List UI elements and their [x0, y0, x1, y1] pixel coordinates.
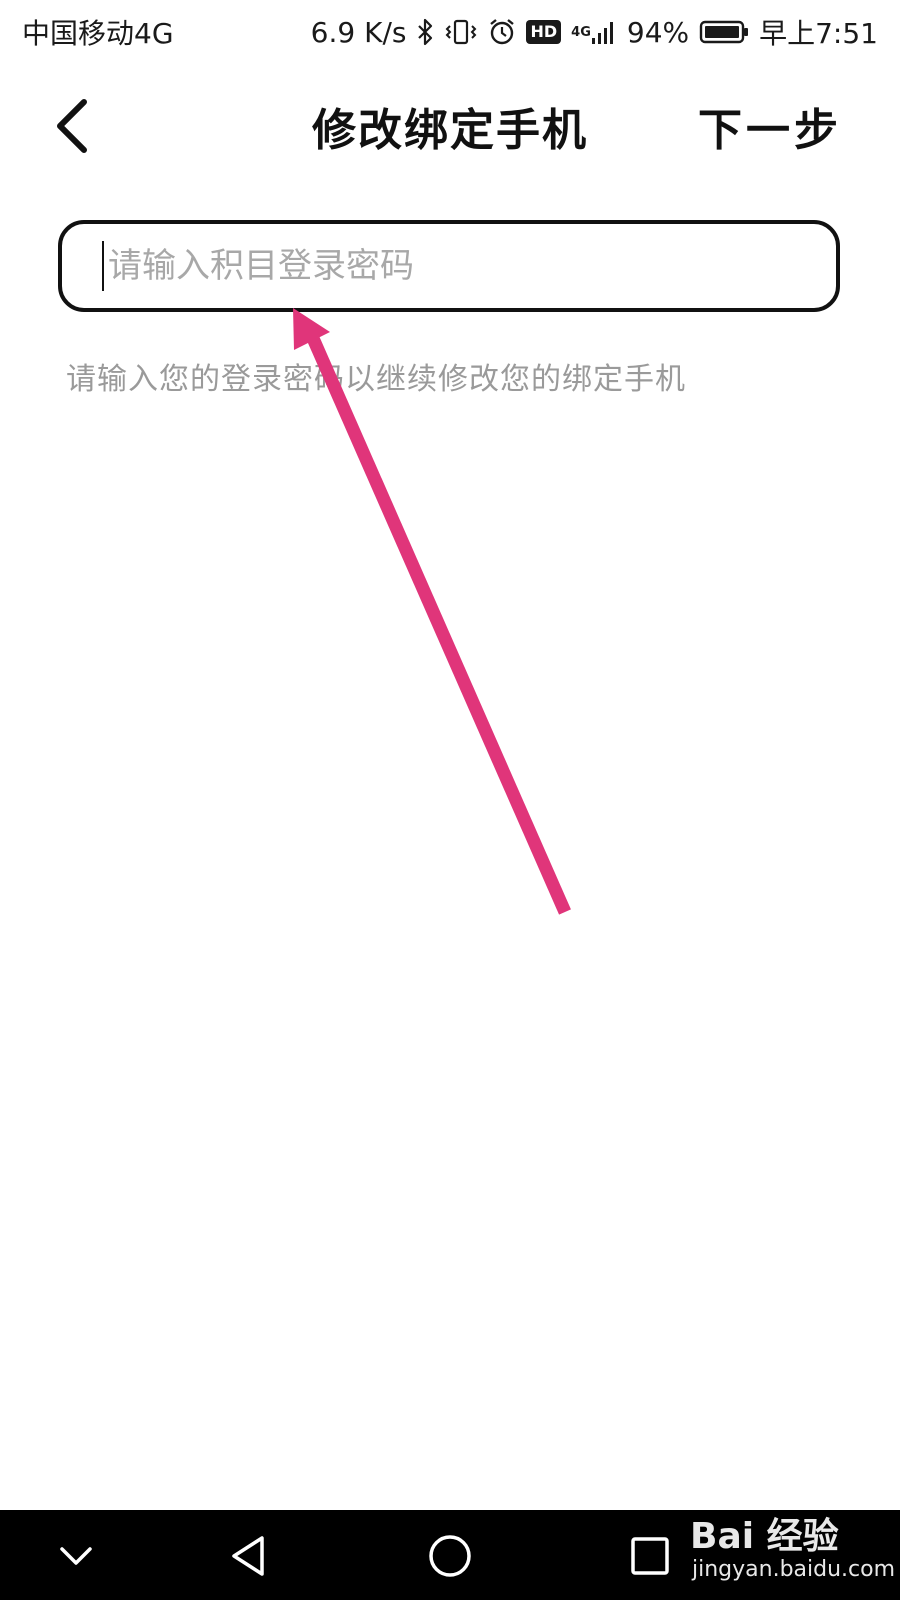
- carrier-label: 中国移动4G: [22, 17, 174, 50]
- nav-back-button[interactable]: [224, 1530, 276, 1582]
- vibrate-icon: [444, 15, 478, 49]
- battery-percent: 94%: [626, 15, 690, 49]
- password-input[interactable]: [108, 246, 798, 286]
- text-caret: [102, 241, 104, 291]
- status-right-group: 6.9 K/s HD 4G 94% 早上7:51: [311, 12, 878, 52]
- hd-icon: HD: [526, 15, 562, 49]
- bluetooth-icon: [416, 15, 434, 49]
- system-nav-bar: [0, 1510, 900, 1600]
- recents-square-icon: [631, 1537, 669, 1575]
- password-hint: 请输入您的登录密码以继续修改您的绑定手机: [66, 362, 686, 397]
- home-circle-icon: [429, 1535, 471, 1577]
- status-bar: 中国移动4G 6.9 K/s HD 4G 94% 早上7:51: [0, 0, 900, 64]
- nav-collapse-button[interactable]: [50, 1530, 102, 1582]
- nav-home-button[interactable]: [424, 1530, 476, 1582]
- battery-icon: [699, 15, 749, 49]
- back-triangle-icon: [232, 1536, 264, 1576]
- next-step-button[interactable]: 下一步: [698, 94, 842, 158]
- signal-icon: 4G: [571, 15, 617, 49]
- network-speed: 6.9 K/s: [310, 15, 407, 49]
- clock: 早上7:51: [759, 17, 878, 50]
- app-header: 修改绑定手机 下一步: [0, 64, 900, 184]
- nav-recents-button[interactable]: [624, 1530, 676, 1582]
- alarm-icon: [488, 15, 516, 49]
- password-field[interactable]: [58, 220, 840, 312]
- network-type-label: 4G: [571, 24, 591, 40]
- chevron-down-icon: [60, 1547, 92, 1565]
